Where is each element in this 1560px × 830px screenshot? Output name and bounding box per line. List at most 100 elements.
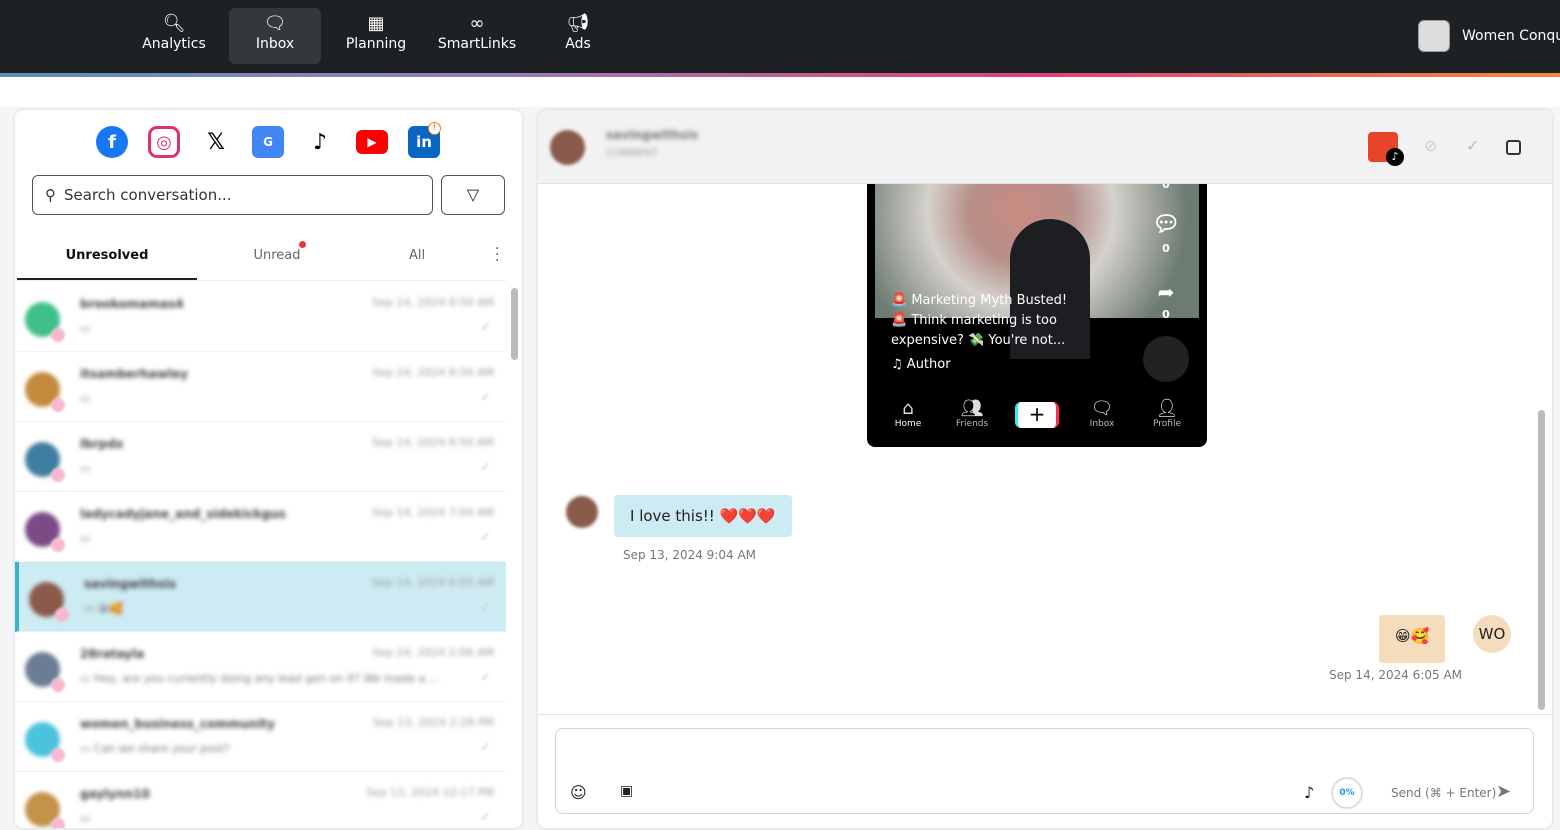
share-count: 0 — [1162, 308, 1170, 321]
google-business-icon[interactable]: G — [252, 126, 284, 158]
scrollbar[interactable] — [511, 288, 518, 360]
message-preview: ▭ — [80, 532, 90, 545]
conversation-item[interactable]: itsamberhawley Sep 14, 2024 8:50 AM ▭ ✓ — [15, 352, 506, 422]
message-preview: ▭ 😁🥰 — [84, 602, 124, 615]
message-icon: ▭ — [80, 812, 91, 825]
resolve-check-icon[interactable]: ✓ — [480, 670, 491, 685]
resolve-check-icon[interactable]: ✓ — [480, 530, 491, 545]
caption-line: 🚨 Marketing Myth Busted! — [891, 293, 1068, 308]
resolve-check-icon[interactable]: ✓ — [480, 740, 491, 755]
nav-ads[interactable]: 📢︎ Ads — [532, 8, 624, 64]
nav-inbox[interactable]: 🗨︎ Inbox — [229, 8, 321, 64]
link-icon: ∞ — [469, 13, 485, 34]
reply-composer[interactable]: ☺ ▣ ♪ 0% Send (⌘ + Enter) ➤ — [555, 728, 1534, 814]
instagram-icon[interactable]: ◎ — [148, 126, 180, 158]
caption-line: expensive? 💸 You're not... — [891, 333, 1066, 348]
resolve-check-icon[interactable]: ✓ — [480, 600, 491, 615]
music-disc-icon — [1143, 336, 1189, 382]
tiktok-icon: ♪ — [1304, 783, 1315, 802]
send-hint: Send (⌘ + Enter) — [1391, 786, 1497, 800]
resolve-check-icon[interactable]: ✓ — [480, 460, 491, 475]
contact-name: 28ratayla — [80, 647, 145, 661]
chat-bubbles-icon: 🗨︎ — [263, 13, 287, 34]
network-badge — [51, 398, 65, 412]
hide-icon[interactable]: ⊘ — [1424, 136, 1437, 155]
message-preview: ▭ — [80, 812, 90, 825]
filter-icon: ▽ — [466, 185, 480, 204]
message-icon: ▭ — [80, 462, 91, 475]
conversation-sidebar: f ◎ 𝕏 G ♪ ▶ in ! ⚲ Search conversation...… — [15, 110, 522, 828]
conversation-thread: savingwithsis COMMENT ♪ ⊘ ✓ 0 💬︎ 0 ➦ 0 🚨… — [538, 110, 1552, 828]
resolve-check-icon[interactable]: ✓ — [480, 320, 491, 335]
tab-unresolved[interactable]: Unresolved — [17, 238, 197, 280]
message-icon: ▭ — [80, 532, 91, 545]
message-icon: ▭ — [84, 602, 98, 615]
inbox-icon: 🗨︎ — [1090, 398, 1114, 419]
conversation-list: brookomamas4 Sep 14, 2024 8:50 AM ▭ ✓ it… — [15, 282, 506, 828]
media-library-icon[interactable]: ▣ — [620, 783, 633, 799]
megaphone-icon: 📢︎ — [566, 13, 590, 34]
scrollbar[interactable] — [1538, 410, 1545, 710]
x-icon[interactable]: 𝕏 — [200, 126, 232, 158]
search-input[interactable]: ⚲ Search conversation... — [32, 175, 433, 215]
more-options-icon[interactable]: · · · — [495, 242, 499, 268]
message-preview: ▭ Can we share your post? — [80, 742, 230, 755]
avatar: WO — [1473, 615, 1511, 653]
unread-dot — [299, 241, 306, 248]
comment-count: 0 — [1162, 242, 1170, 255]
home-icon: ⌂ — [902, 398, 914, 419]
message-preview: ▭ — [80, 462, 90, 475]
message-preview: ▭ — [80, 392, 90, 405]
message-preview: ▭ — [80, 322, 90, 335]
tiktok-post-preview[interactable]: 0 💬︎ 0 ➦ 0 🚨 Marketing Myth Busted! 🚨 Th… — [867, 184, 1207, 447]
conversation-item[interactable]: lbrpdx Sep 14, 2024 8:50 AM ▭ ✓ — [15, 422, 506, 492]
tab-all[interactable]: All — [327, 238, 507, 280]
conversation-item[interactable]: women_business_community Sep 13, 2024 2:… — [15, 702, 506, 772]
facebook-icon[interactable]: f — [96, 126, 128, 158]
send-icon[interactable]: ➤ — [1496, 781, 1511, 802]
message-preview: ▭ Hey, are you currently doing any lead … — [80, 672, 440, 685]
message-time: Sep 13, 2024 9:04 AM — [623, 548, 757, 562]
conversation-item[interactable]: savingwithsis Sep 14, 2024 6:05 AM ▭ 😁🥰 … — [15, 562, 506, 632]
filter-button[interactable]: ▽ — [441, 175, 505, 215]
contact-name: itsamberhawley — [80, 367, 189, 381]
tiktok-icon[interactable]: ♪ — [304, 126, 336, 158]
contact-name: ladycadyjane_and_sidekickgus — [80, 507, 286, 521]
nav-planning[interactable]: ▦ Planning — [330, 8, 422, 64]
message-icon: ▭ — [80, 672, 94, 685]
tiktok-icon: ♪ — [1386, 148, 1404, 166]
account-menu[interactable]: Women Conqu — [1418, 20, 1560, 52]
nav-analytics[interactable]: 🔍︎ Analytics — [128, 8, 220, 64]
music-note-icon: ♫ — [891, 357, 907, 372]
conversation-type: COMMENT — [606, 148, 659, 159]
network-badge — [51, 678, 65, 692]
conversation-item[interactable]: brookomamas4 Sep 14, 2024 8:50 AM ▭ ✓ — [15, 282, 506, 352]
emoji-icon[interactable]: ☺ — [570, 783, 587, 802]
conversation-item[interactable]: ladycadyjane_and_sidekickgus Sep 14, 202… — [15, 492, 506, 562]
avatar — [1418, 20, 1450, 52]
conversation-item[interactable]: gaylynn10 Sep 13, 2024 12:17 PM ▭ ✓ — [15, 772, 506, 828]
avatar — [550, 130, 585, 165]
youtube-icon[interactable]: ▶ — [356, 130, 388, 154]
nav-smartlinks[interactable]: ∞ SmartLinks — [431, 8, 523, 64]
network-badge — [51, 748, 65, 762]
contact-name: savingwithsis — [606, 128, 699, 142]
search-icon: ⚲ — [45, 186, 56, 204]
resolve-check-icon[interactable]: ✓ — [480, 810, 491, 825]
conversation-item[interactable]: 28ratayla Sep 14, 2024 2:06 AM ▭ Hey, ar… — [15, 632, 506, 702]
share-icon: ➦ — [1157, 280, 1175, 304]
audio-author: Author — [906, 357, 951, 372]
message-bubble: I love this!! ❤️❤️❤️ — [614, 495, 792, 537]
message-bubble: 😁🥰 — [1379, 615, 1446, 663]
conversation-date: Sep 13, 2024 2:28 PM — [372, 716, 494, 729]
conversation-date: Sep 14, 2024 8:50 AM — [372, 296, 494, 309]
contact-name: savingwithsis — [84, 577, 177, 591]
network-badge — [51, 328, 65, 342]
note-icon[interactable] — [1506, 140, 1521, 155]
top-nav-bar: 🔍︎ Analytics 🗨︎ Inbox ▦ Planning ∞ SmartLink… — [0, 0, 1560, 73]
conversation-date: Sep 13, 2024 12:17 PM — [365, 786, 494, 799]
message-time: Sep 14, 2024 6:05 AM — [1329, 668, 1463, 682]
message-icon: ▭ — [80, 392, 91, 405]
resolve-check-icon[interactable]: ✓ — [1466, 136, 1479, 155]
resolve-check-icon[interactable]: ✓ — [480, 390, 491, 405]
